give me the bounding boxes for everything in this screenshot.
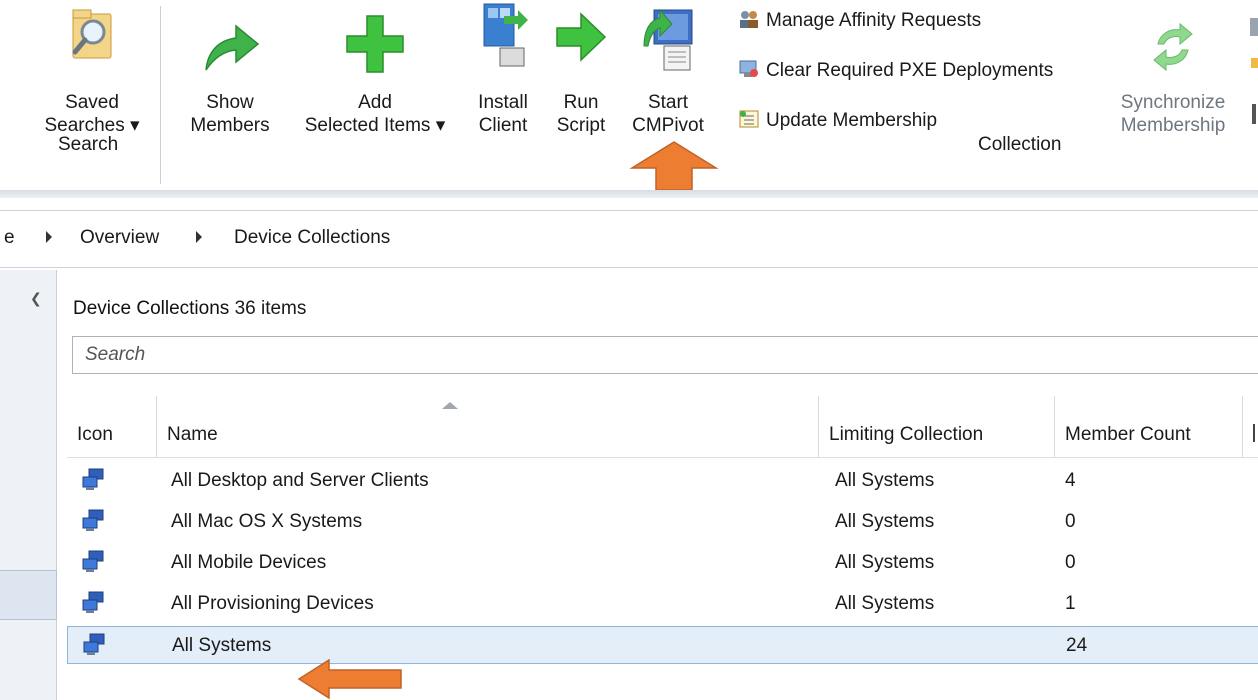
install-client-icon [483,3,528,67]
start-cmpivot-label-line1: Start [647,92,689,113]
clipped-ribbon-icon [1251,58,1258,68]
breadcrumb-separator-icon[interactable] [46,231,52,243]
annotation-arrow-left [297,658,402,700]
device-collection-icon [83,633,105,655]
device-collection-icon [82,550,104,572]
table-row[interactable]: All Systems 24 [67,626,1258,664]
table-row[interactable]: All Mobile Devices All Systems 0 [67,544,1258,582]
group-label-collection: Collection [978,134,1062,155]
breadcrumb: e Overview Device Collections [0,210,1258,268]
clipped-ribbon-icon [1250,18,1258,36]
clear-pxe-label: Clear Required PXE Deployments [766,60,1054,81]
device-collection-icon [82,591,104,613]
cell-limiting-collection: All Systems [835,470,935,491]
cell-member-count: 0 [1065,511,1076,532]
group-label-search: Search [58,134,119,155]
annotation-arrow-up [629,141,719,191]
manage-affinity-requests-button[interactable]: Manage Affinity Requests [738,8,981,34]
results-item-count: 36 items [234,298,307,319]
cell-name: All Provisioning Devices [171,593,374,614]
sort-ascending-icon [442,402,458,409]
update-membership-button[interactable]: Update Membership [738,108,937,134]
column-header-icon[interactable]: Icon [67,396,157,458]
cell-member-count: 0 [1065,552,1076,573]
column-header-member-count[interactable]: Member Count [1055,396,1243,458]
green-arrow-icon [205,24,260,71]
green-plus-icon [346,15,404,73]
cell-name: All Mac OS X Systems [171,511,363,532]
cell-name: All Systems [172,635,272,656]
table-row[interactable]: All Provisioning Devices All Systems 1 [67,585,1258,623]
cmpivot-icon [643,8,693,71]
synchronize-membership-button[interactable]: Synchronize Membership [1108,0,1238,136]
install-client-label-line2: Client [478,115,528,136]
run-script-label-line1: Run [563,92,599,113]
start-cmpivot-label-line2: CMPivot [632,115,704,136]
show-members-button[interactable]: Show Members [190,0,270,136]
show-members-label-line1: Show [206,92,254,113]
table-row[interactable]: All Desktop and Server Clients All System… [67,462,1258,500]
breadcrumb-device-collections[interactable]: Device Collections [234,227,390,249]
cell-member-count: 24 [1066,635,1088,656]
run-script-button[interactable]: Run Script [546,0,616,136]
install-client-button[interactable]: Install Client [468,0,538,136]
grid-header: Icon Name Limiting Collection Member Cou… [67,396,1258,458]
ribbon: Saved Searches ▾ Search Show Members Add… [0,0,1258,192]
add-selected-items-label-line1: Add [358,92,392,113]
cell-member-count: 4 [1065,470,1076,491]
navigation-selected-item[interactable] [0,570,57,620]
ribbon-shadow [0,190,1258,198]
column-header-name-label: Name [167,424,218,445]
cell-name: All Desktop and Server Clients [171,470,429,491]
users-icon [740,11,758,28]
add-selected-items-label-line2: Selected Items ▾ [304,115,446,136]
results-pane: Device Collections 36 items Icon Name Li… [57,270,1258,700]
install-client-label-line1: Install [478,92,528,113]
device-collection-icon [82,468,104,490]
synchronize-membership-label-line2: Membership [1120,115,1226,136]
column-header-limiting-collection[interactable]: Limiting Collection [819,396,1055,458]
pxe-icon [739,60,758,77]
show-members-label-line2: Members [190,115,270,136]
search-input[interactable] [73,337,1258,373]
cell-limiting-collection: All Systems [835,511,935,532]
column-header-next[interactable] [1243,396,1258,458]
table-row[interactable]: All Mac OS X Systems All Systems 0 [67,503,1258,541]
results-title-name: Device Collections [73,298,230,319]
sync-icon [1153,22,1193,72]
breadcrumb-overview[interactable]: Overview [80,227,159,249]
saved-searches-button[interactable]: Saved Searches ▾ [42,0,142,136]
update-membership-icon [739,110,759,128]
breadcrumb-root[interactable]: e [4,227,15,249]
search-box[interactable] [72,336,1258,374]
run-script-label-line2: Script [556,115,606,136]
cell-member-count: 1 [1065,593,1076,614]
results-title: Device Collections 36 items [73,298,306,320]
synchronize-membership-label-line1: Synchronize [1120,92,1226,113]
breadcrumb-separator-icon[interactable] [196,231,202,243]
update-membership-label: Update Membership [766,110,938,131]
clipped-ribbon-icon [1252,104,1256,124]
saved-searches-label-line1: Saved [65,92,119,113]
manage-affinity-label: Manage Affinity Requests [766,10,982,31]
add-selected-items-button[interactable]: Add Selected Items ▾ [286,0,464,136]
saved-searches-icon [72,9,112,59]
navigation-pane: ❮ [0,270,57,700]
clear-required-pxe-deployments-button[interactable]: Clear Required PXE Deployments [738,58,1053,84]
start-cmpivot-button[interactable]: Start CMPivot [626,0,710,136]
device-collection-icon [82,509,104,531]
cell-limiting-collection: All Systems [835,593,935,614]
collapse-pane-icon[interactable]: ❮ [30,290,42,307]
group-separator [160,6,161,184]
cell-limiting-collection: All Systems [835,552,935,573]
cell-name: All Mobile Devices [171,552,327,573]
green-arrow-right-icon [556,12,607,62]
column-header-name[interactable]: Name [157,396,819,458]
